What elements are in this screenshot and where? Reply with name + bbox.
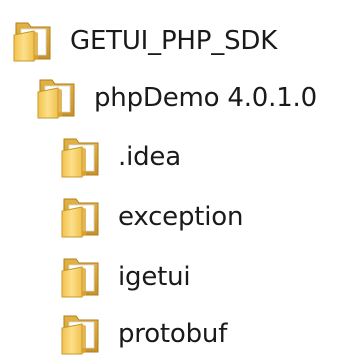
tree-item-igetui[interactable]: igetui (60, 251, 191, 303)
tree-item-exception[interactable]: exception (60, 191, 243, 243)
tree-item-label: .idea (118, 142, 181, 172)
tree-item-idea[interactable]: .idea (60, 131, 181, 183)
folder-icon (60, 312, 102, 356)
folder-icon (36, 76, 78, 120)
tree-item-protobuf[interactable]: protobuf (60, 308, 227, 360)
tree-item-phpdemo[interactable]: phpDemo 4.0.1.0 (36, 72, 317, 124)
tree-item-label: GETUI_PHP_SDK (70, 26, 278, 56)
folder-icon (12, 19, 54, 63)
tree-item-label: igetui (118, 262, 191, 292)
tree-item-getui-php-sdk[interactable]: GETUI_PHP_SDK (12, 15, 277, 67)
folder-tree: GETUI_PHP_SDK phpDemo 4.0.1.0 .idea exce… (0, 0, 362, 362)
tree-item-label: protobuf (118, 319, 228, 349)
tree-item-label: exception (118, 202, 244, 232)
tree-item-label: phpDemo 4.0.1.0 (94, 83, 317, 113)
folder-icon (60, 195, 102, 239)
folder-icon (60, 135, 102, 179)
folder-icon (60, 255, 102, 299)
